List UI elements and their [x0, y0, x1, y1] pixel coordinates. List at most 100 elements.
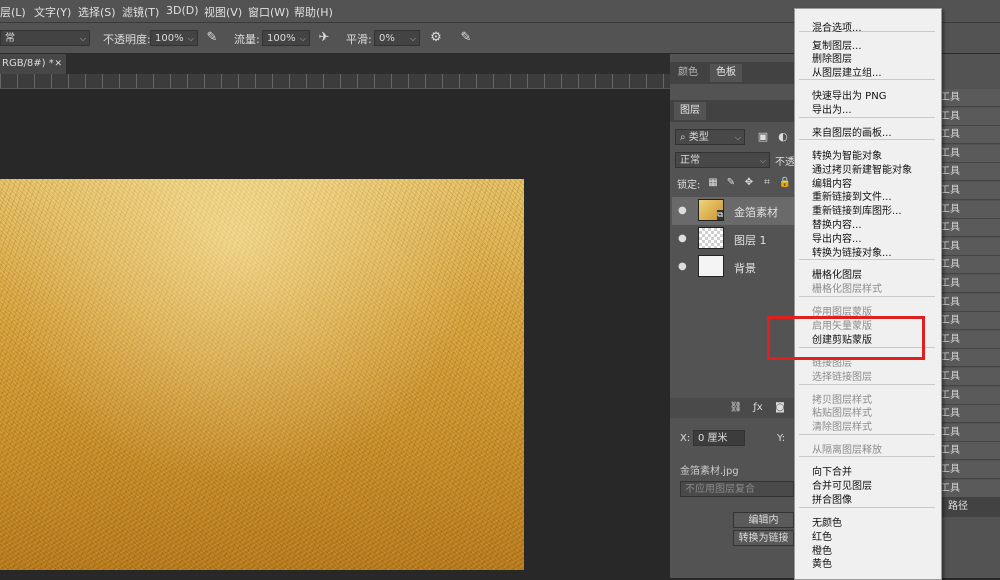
menu-3d[interactable]: 3D(D): [166, 4, 199, 17]
eye-icon[interactable]: ●: [678, 261, 687, 272]
layer-opacity-label: 不透: [775, 157, 795, 168]
right-panel-item[interactable]: 工具: [938, 461, 1000, 479]
context-menu-item[interactable]: 合并可见图层: [812, 477, 872, 492]
document-tab-bar: [0, 54, 670, 74]
right-panel-item[interactable]: 工具: [938, 182, 1000, 200]
right-panel-item[interactable]: 工具: [938, 479, 1000, 498]
context-menu-item[interactable]: 重新链接到库图形...: [812, 202, 902, 217]
layer-row[interactable]: ● ⧉ 金箔素材: [672, 197, 797, 225]
context-menu-item[interactable]: 拼合图像: [812, 491, 852, 506]
opacity-input[interactable]: 100% ⌵: [150, 30, 198, 46]
x-position-input[interactable]: 0 厘米: [693, 430, 745, 446]
context-menu-item[interactable]: 从图层建立组...: [812, 64, 882, 79]
pressure-opacity-icon[interactable]: ✎: [204, 30, 220, 46]
layer-blend-value: 正常: [680, 155, 700, 166]
layer-filter-select[interactable]: ⌕ 类型 ⌵: [675, 129, 745, 145]
right-panel-item[interactable]: 工具: [938, 126, 1000, 145]
layer-row[interactable]: ● 图层 1: [672, 225, 797, 253]
chevron-down-icon: ⌵: [409, 34, 416, 43]
layer-row[interactable]: ● 背景: [672, 253, 797, 281]
smoothing-input[interactable]: 0% ⌵: [374, 30, 420, 46]
eye-icon[interactable]: ●: [678, 233, 687, 244]
context-menu-item[interactable]: 转换为智能对象: [812, 147, 882, 162]
lock-all-icon[interactable]: 🔒: [777, 175, 793, 191]
layer-comp-select[interactable]: 不应用图层复合: [680, 481, 794, 497]
airbrush-icon[interactable]: ✈: [316, 30, 332, 46]
menu-filter[interactable]: 滤镜(T): [122, 4, 159, 20]
right-panel-item[interactable]: 工具: [938, 275, 1000, 293]
context-menu-item[interactable]: 通过拷贝新建智能对象: [812, 161, 912, 176]
smoothing-value: 0%: [379, 33, 395, 44]
right-panel-item[interactable]: 工具: [938, 256, 1000, 275]
pressure-size-icon[interactable]: ✎: [458, 30, 474, 46]
lock-move-icon[interactable]: ✥: [741, 175, 757, 191]
lock-artboard-icon[interactable]: ⌗: [759, 175, 775, 191]
right-panel-item[interactable]: 工具: [938, 405, 1000, 424]
right-panel-item[interactable]: 工具: [938, 442, 1000, 461]
context-menu-item[interactable]: 导出为...: [812, 101, 852, 116]
context-menu-item[interactable]: 红色: [812, 528, 832, 543]
context-menu-item[interactable]: 替换内容...: [812, 216, 862, 231]
add-mask-icon[interactable]: ◙: [772, 400, 788, 416]
menu-type[interactable]: 文字(Y): [34, 4, 71, 20]
blend-mode-select[interactable]: 常 ⌵: [0, 30, 90, 46]
right-panel-item[interactable]: 工具: [938, 89, 1000, 107]
flow-input[interactable]: 100% ⌵: [262, 30, 310, 46]
right-panel-item[interactable]: 工具: [938, 423, 1000, 442]
context-menu-item[interactable]: 混合选项...: [812, 19, 862, 34]
right-panel-item[interactable]: 工具: [938, 368, 1000, 386]
menu-select[interactable]: 选择(S): [78, 4, 116, 20]
layers-panel-tabs: 图层: [670, 100, 794, 122]
context-menu-item[interactable]: 黄色: [812, 555, 832, 570]
right-panel-item[interactable]: 工具: [938, 312, 1000, 331]
context-menu-item[interactable]: 向下合并: [812, 463, 852, 478]
right-panel-item[interactable]: 工具: [938, 237, 1000, 256]
chevron-down-icon: ⌵: [299, 34, 306, 43]
layer-name: 背景: [734, 262, 756, 275]
close-icon[interactable]: ✕: [54, 54, 62, 74]
lock-paint-icon[interactable]: ✎: [723, 175, 739, 191]
context-menu-item[interactable]: 快速导出为 PNG: [812, 87, 886, 102]
context-menu-item[interactable]: 转换为链接对象...: [812, 244, 892, 259]
convert-to-linked-button[interactable]: 转换为链接: [733, 530, 794, 546]
gear-icon[interactable]: ⚙: [428, 30, 444, 46]
right-panel-item[interactable]: 工具: [938, 386, 1000, 405]
search-icon: ⌕: [680, 132, 686, 143]
right-panel-item[interactable]: 工具: [938, 163, 1000, 182]
eye-icon[interactable]: ●: [678, 205, 687, 216]
chevron-down-icon: ⌵: [734, 133, 741, 142]
right-panel-item[interactable]: 工具: [938, 200, 1000, 219]
gold-foil-image[interactable]: [0, 179, 524, 570]
fx-icon[interactable]: ƒx: [750, 400, 766, 416]
menu-separator: [799, 384, 935, 385]
image-filter-icon[interactable]: ▣: [755, 129, 771, 145]
right-panel-item[interactable]: 工具: [938, 107, 1000, 126]
link-layers-icon[interactable]: ⛓: [728, 400, 744, 416]
context-menu-item[interactable]: 导出内容...: [812, 230, 862, 245]
menu-window[interactable]: 窗口(W): [248, 4, 289, 20]
tab-swatches[interactable]: 色板: [710, 64, 742, 82]
right-panel-item[interactable]: 工具: [938, 349, 1000, 368]
document-tab[interactable]: RGB/8#) * ✕: [0, 54, 66, 74]
tab-paths[interactable]: 路径: [948, 498, 968, 516]
adjustment-filter-icon[interactable]: ◐: [775, 129, 791, 145]
context-menu-item[interactable]: 重新链接到文件...: [812, 188, 892, 203]
right-panel-item[interactable]: 工具: [938, 219, 1000, 238]
right-panel-item[interactable]: 工具: [938, 144, 1000, 163]
menu-view[interactable]: 视图(V): [204, 4, 242, 20]
tab-layers[interactable]: 图层: [674, 102, 706, 120]
right-panel-item[interactable]: 工具: [938, 293, 1000, 312]
menu-help[interactable]: 帮助(H): [294, 4, 333, 20]
lock-transparent-icon[interactable]: ▦: [705, 175, 721, 191]
context-menu-item[interactable]: 栅格化图层: [812, 266, 862, 281]
edit-contents-button[interactable]: 编辑内: [733, 512, 794, 528]
flow-value: 100%: [267, 33, 296, 44]
context-menu-item[interactable]: 无颜色: [812, 514, 842, 529]
tab-color[interactable]: 颜色: [678, 64, 698, 82]
context-menu-item[interactable]: 来自图层的画板...: [812, 124, 892, 139]
menu-layer[interactable]: 层(L): [0, 4, 26, 20]
x-label: X:: [680, 433, 691, 444]
context-menu-item[interactable]: 删除图层: [812, 50, 852, 65]
layer-blend-select[interactable]: 正常 ⌵: [675, 152, 770, 168]
right-panel-item[interactable]: 工具: [938, 330, 1000, 349]
